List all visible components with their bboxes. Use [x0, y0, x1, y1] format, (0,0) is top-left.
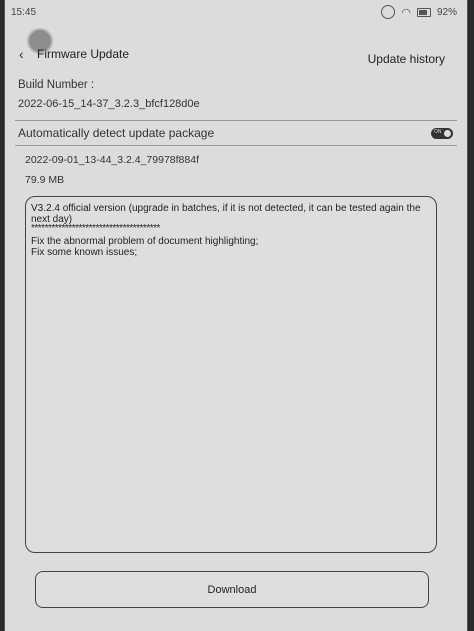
divider — [15, 120, 457, 121]
header: ‹ Firmware Update Update history — [5, 28, 467, 70]
build-number-value: 2022-06-15_14-37_3.2.3_bfcf128d0e — [18, 98, 200, 110]
toggle-on-text: ON — [434, 129, 442, 135]
device-screen: 15:45 ◠ 92% ‹ Firmware Update Update his… — [4, 0, 468, 631]
release-notes-line: Fix some known issues; — [31, 247, 138, 258]
release-notes-box[interactable]: V3.2.4 official version (upgrade in batc… — [25, 196, 437, 553]
auto-detect-toggle[interactable]: ON — [431, 128, 453, 139]
page-title: Firmware Update — [37, 47, 130, 61]
wifi-icon: ◠ — [401, 6, 411, 19]
release-notes-line: V3.2.4 official version (upgrade in batc… — [31, 203, 421, 214]
battery-percent: 92% — [436, 6, 457, 18]
update-history-link[interactable]: Update history — [368, 52, 445, 66]
sync-icon — [381, 5, 396, 19]
divider — [15, 145, 457, 146]
package-name: 2022-09-01_13-44_3.2.4_79978f884f — [25, 154, 199, 166]
release-notes-line: Fix the abnormal problem of document hig… — [31, 236, 259, 247]
battery-icon — [416, 7, 431, 17]
back-arrow-icon[interactable]: ‹ — [19, 46, 24, 62]
status-time: 15:45 — [11, 7, 37, 18]
release-notes-separator: ************************************** — [31, 223, 160, 234]
package-size: 79.9 MB — [25, 174, 65, 186]
status-icons: ◠ 92% — [381, 5, 457, 19]
status-bar: 15:45 ◠ 92% — [5, 0, 467, 26]
download-button[interactable]: Download — [35, 571, 429, 608]
build-number-label: Build Number : — [18, 79, 95, 91]
auto-detect-label: Automatically detect update package — [18, 126, 215, 140]
